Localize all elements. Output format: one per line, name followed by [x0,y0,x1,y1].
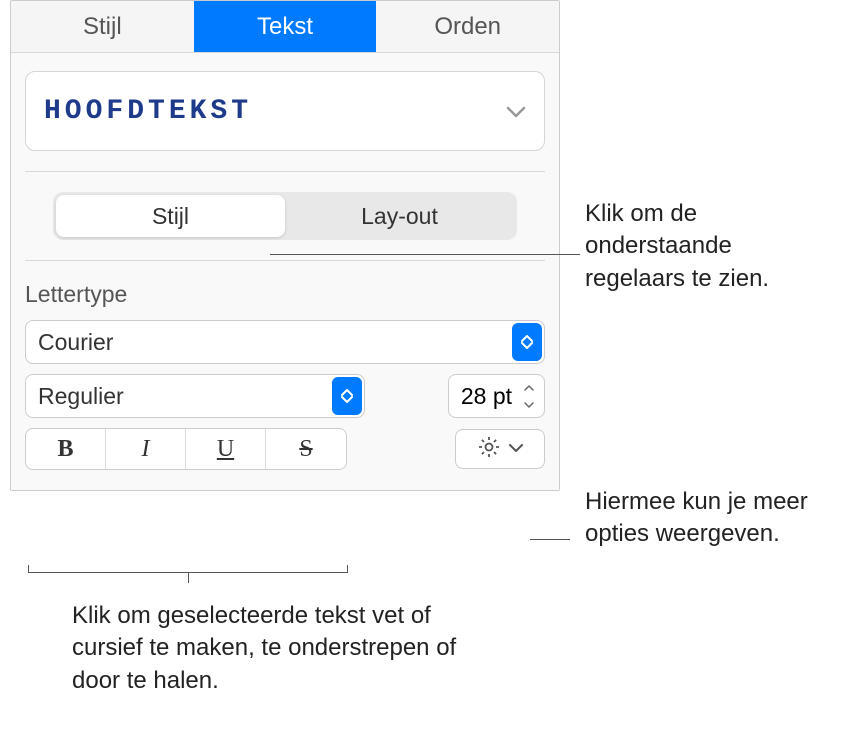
divider [25,260,545,261]
updown-arrows-icon [512,323,542,361]
segmented-layout-label: Lay-out [361,203,438,230]
font-family-value: Courier [38,329,113,356]
callout-gear: Hiermee kun je meer opties weergeven. [585,486,835,551]
gear-icon [477,435,501,464]
font-weight-select[interactable]: Regulier [25,374,365,418]
callout-leader [530,539,570,540]
strikethrough-icon: S [299,436,312,463]
text-format-group: B I U S [25,428,347,470]
tab-style-label: Stijl [83,13,122,41]
stepper-down[interactable] [518,397,540,413]
font-weight-value: Regulier [38,383,124,410]
bold-icon: B [57,436,73,463]
tab-text[interactable]: Tekst [194,1,377,52]
callout-style-tab: Klik om de onderstaande regelaars te zie… [585,198,835,295]
strikethrough-button[interactable]: S [266,429,346,469]
divider [25,171,545,172]
italic-button[interactable]: I [106,429,186,469]
underline-button[interactable]: U [186,429,266,469]
tab-style[interactable]: Stijl [11,1,194,52]
updown-arrows-icon [332,377,362,415]
font-size-stepper[interactable]: 28 pt [448,374,545,418]
segmented-layout[interactable]: Lay-out [285,195,514,237]
top-tabs: Stijl Tekst Orden [11,1,559,53]
font-section-label: Lettertype [25,281,545,308]
underline-icon: U [217,436,234,463]
callout-leader [270,254,580,255]
panel-body: HOOFDTEKST Stijl Lay-out Lettertype Cour… [11,53,559,490]
segmented-style[interactable]: Stijl [56,195,285,237]
bold-button[interactable]: B [26,429,106,469]
paragraph-style-value: HOOFDTEKST [44,96,252,127]
italic-icon: I [142,436,150,463]
tab-arrange-label: Orden [434,13,501,41]
font-family-select[interactable]: Courier [25,320,545,364]
stepper-arrows [518,380,540,413]
tab-text-label: Tekst [257,13,313,41]
style-layout-segmented: Stijl Lay-out [53,192,517,240]
stepper-up[interactable] [518,380,540,396]
segmented-style-label: Stijl [152,203,189,230]
callout-bracket [28,572,348,573]
format-panel: Stijl Tekst Orden HOOFDTEKST Stijl Lay-o… [10,0,560,491]
paragraph-style-dropdown[interactable]: HOOFDTEKST [25,71,545,151]
callout-format: Klik om geselecteerde tekst vet of cursi… [72,600,492,697]
chevron-down-icon [509,440,523,458]
advanced-options-button[interactable] [455,429,545,469]
chevron-down-icon [506,98,526,124]
tab-arrange[interactable]: Orden [376,1,559,52]
font-size-value: 28 pt [461,383,512,410]
